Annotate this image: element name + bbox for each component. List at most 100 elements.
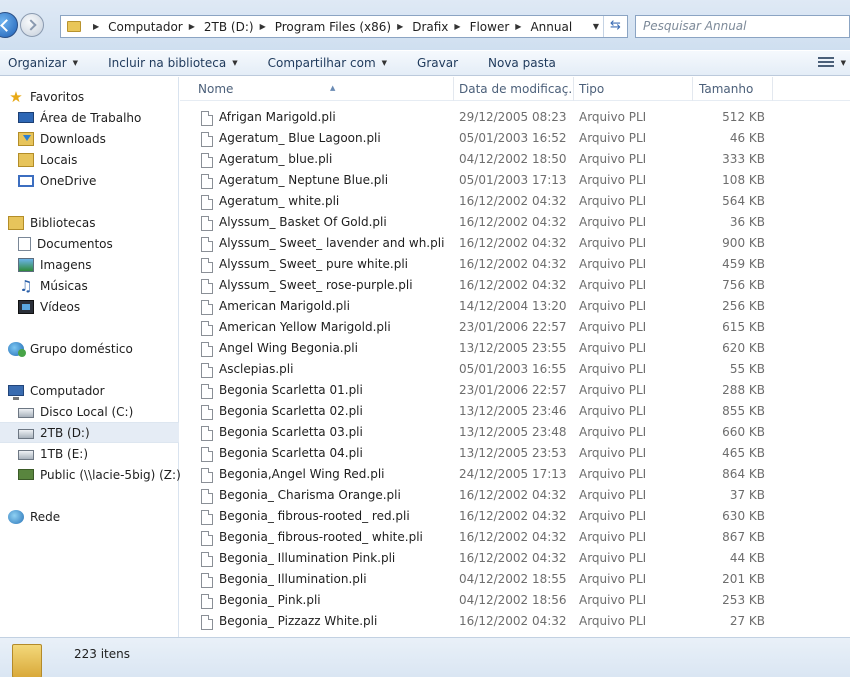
file-row[interactable]: Begonia_ fibrous-rooted_ white.pli 16/12/… [180, 527, 850, 548]
column-header-size[interactable]: Tamanho [693, 77, 773, 101]
address-box[interactable]: ▶ Computador ▶ 2TB (D:) ▶ Program Files … [60, 15, 628, 38]
file-row[interactable]: Alyssum_ Sweet_ lavender and wh.pli 16/12… [180, 233, 850, 254]
burn-button[interactable]: Gravar [409, 56, 466, 70]
nav-item-label: OneDrive [40, 173, 97, 188]
breadcrumb-2tb-d[interactable]: 2TB (D:) [204, 20, 254, 34]
file-row[interactable]: Ageratum_ blue.pli 04/12/2002 18:50 Arquiv… [180, 149, 850, 170]
breadcrumb-program-files[interactable]: Program Files (x86) [275, 20, 391, 34]
nav-item-drive-d[interactable]: 2TB (D:) [0, 422, 179, 443]
file-size: 465 KB [722, 446, 765, 460]
nav-homegroup[interactable]: Grupo doméstico [0, 338, 179, 359]
share-with-button[interactable]: Compartilhar com ▼ [260, 56, 395, 70]
file-row[interactable]: Begonia_ Charisma Orange.pli 16/12/2002 0… [180, 485, 850, 506]
column-header-name[interactable]: Nome ▲ [192, 77, 454, 101]
forward-button[interactable] [20, 13, 44, 37]
chevron-right-icon[interactable]: ▶ [397, 22, 403, 31]
file-name-text: Angel Wing Begonia.pli [219, 341, 358, 355]
include-library-label: Incluir na biblioteca [108, 56, 227, 70]
breadcrumb-computador[interactable]: Computador [108, 20, 183, 34]
file-size: 55 KB [729, 362, 765, 376]
nav-item-locais[interactable]: Locais [0, 149, 179, 170]
file-type: Arquivo PLI [579, 299, 647, 313]
file-type: Arquivo PLI [579, 572, 647, 586]
network-drive-icon [18, 469, 34, 480]
nav-item-onedrive[interactable]: OneDrive [0, 170, 179, 191]
file-row[interactable]: American Yellow Marigold.pli 23/01/2006 2… [180, 317, 850, 338]
file-size: 867 KB [722, 530, 765, 544]
file-row[interactable]: Begonia Scarletta 02.pli 13/12/2005 23:46… [180, 401, 850, 422]
chevron-right-icon[interactable]: ▶ [260, 22, 266, 31]
column-header-label: Nome [198, 82, 234, 96]
nav-network[interactable]: Rede [0, 506, 179, 527]
chevron-right-icon[interactable]: ▶ [515, 22, 521, 31]
views-dropdown-icon[interactable]: ▼ [841, 59, 846, 67]
file-row[interactable]: Begonia_ Illumination Pink.pli 16/12/2002… [180, 548, 850, 569]
file-date: 13/12/2005 23:53 [459, 446, 567, 460]
nav-item-drive-z[interactable]: Public (\\lacie-5big) (Z:) [0, 464, 181, 485]
file-name-text: Begonia Scarletta 02.pli [219, 404, 363, 418]
file-row[interactable]: Begonia_ Pink.pli 04/12/2002 18:56 Arquivo… [180, 590, 850, 611]
column-header-type[interactable]: Tipo [573, 77, 693, 101]
address-dropdown-icon[interactable]: ▼ [593, 22, 599, 31]
column-header-date[interactable]: Data de modificaç... [453, 77, 574, 101]
file-name: Angel Wing Begonia.pli [200, 338, 450, 359]
new-folder-button[interactable]: Nova pasta [480, 56, 564, 70]
nav-item-drive-e[interactable]: 1TB (E:) [0, 443, 179, 464]
command-bar: Organizar ▼ Incluir na biblioteca ▼ Compar… [0, 50, 850, 76]
file-row[interactable]: Asclepias.pli 05/01/2003 16:55 Arquivo PLI… [180, 359, 850, 380]
file-size: 37 KB [729, 488, 765, 502]
file-row[interactable]: Begonia_ Pizzazz White.pli 16/12/2002 04:… [180, 611, 850, 632]
chevron-right-icon[interactable]: ▶ [454, 22, 460, 31]
nav-item-videos[interactable]: Vídeos [0, 296, 179, 317]
file-date: 13/12/2005 23:55 [459, 341, 567, 355]
file-name: American Marigold.pli [200, 296, 450, 317]
file-size: 288 KB [722, 383, 765, 397]
file-name: Ageratum_ blue.pli [200, 149, 450, 170]
nav-item-documentos[interactable]: Documentos [0, 233, 179, 254]
nav-item-label: Public (\\lacie-5big) (Z:) [40, 467, 181, 482]
organize-button[interactable]: Organizar ▼ [0, 56, 86, 70]
file-row[interactable]: Begonia_ fibrous-rooted_ red.pli 16/12/20… [180, 506, 850, 527]
nav-favorites[interactable]: ★ Favoritos [0, 86, 179, 107]
nav-libraries[interactable]: Bibliotecas [0, 212, 179, 233]
views-icon[interactable] [818, 55, 834, 69]
file-row[interactable]: Ageratum_ white.pli 16/12/2002 04:32 Arqui… [180, 191, 850, 212]
file-row[interactable]: Begonia,Angel Wing Red.pli 24/12/2005 17:… [180, 464, 850, 485]
file-row[interactable]: Alyssum_ Sweet_ pure white.pli 16/12/2002… [180, 254, 850, 275]
file-row[interactable]: American Marigold.pli 14/12/2004 13:20 Arq… [180, 296, 850, 317]
file-row[interactable]: Begonia Scarletta 01.pli 23/01/2006 22:57… [180, 380, 850, 401]
back-button[interactable] [0, 12, 18, 38]
file-row[interactable]: Begonia_ Illumination.pli 04/12/2002 18:5… [180, 569, 850, 590]
file-name: Ageratum_ Neptune Blue.pli [200, 170, 450, 191]
nav-item-label: Documentos [37, 236, 113, 251]
nav-computer[interactable]: Computador [0, 380, 179, 401]
file-type: Arquivo PLI [579, 152, 647, 166]
file-size: 459 KB [722, 257, 765, 271]
file-row[interactable]: Alyssum_ Basket Of Gold.pli 16/12/2002 04… [180, 212, 850, 233]
search-input[interactable]: Pesquisar Annual [635, 15, 850, 38]
file-row[interactable]: Begonia Scarletta 03.pli 13/12/2005 23:48… [180, 422, 850, 443]
nav-item-imagens[interactable]: Imagens [0, 254, 179, 275]
nav-item-drive-c[interactable]: Disco Local (C:) [0, 401, 179, 422]
file-row[interactable]: Angel Wing Begonia.pli 13/12/2005 23:55 Ar… [180, 338, 850, 359]
chevron-right-icon[interactable]: ▶ [189, 22, 195, 31]
breadcrumb-flower[interactable]: Flower [470, 20, 510, 34]
breadcrumb-annual[interactable]: Annual [530, 20, 572, 34]
nav-item-downloads[interactable]: Downloads [0, 128, 179, 149]
file-row[interactable]: Begonia Scarletta 04.pli 13/12/2005 23:53… [180, 443, 850, 464]
file-row[interactable]: Ageratum_ Blue Lagoon.pli 05/01/2003 16:5… [180, 128, 850, 149]
refresh-icon[interactable]: ⇆ [603, 16, 627, 37]
file-name-text: American Marigold.pli [219, 299, 350, 313]
breadcrumb-drafix[interactable]: Drafix [412, 20, 448, 34]
file-row[interactable]: Ageratum_ Neptune Blue.pli 05/01/2003 17:… [180, 170, 850, 191]
chevron-right-icon[interactable]: ▶ [93, 22, 99, 31]
file-date: 05/01/2003 16:52 [459, 131, 567, 145]
file-row[interactable]: Alyssum_ Sweet_ rose-purple.pli 16/12/200… [180, 275, 850, 296]
file-date: 13/12/2005 23:46 [459, 404, 567, 418]
include-library-button[interactable]: Incluir na biblioteca ▼ [100, 56, 246, 70]
file-name: Asclepias.pli [200, 359, 450, 380]
nav-item-desktop[interactable]: Área de Trabalho [0, 107, 179, 128]
nav-network-label: Rede [30, 509, 61, 524]
file-row[interactable]: Afrigan Marigold.pli 29/12/2005 08:23 Arqu… [180, 107, 850, 128]
nav-item-musicas[interactable]: ♫ Músicas [0, 275, 179, 296]
